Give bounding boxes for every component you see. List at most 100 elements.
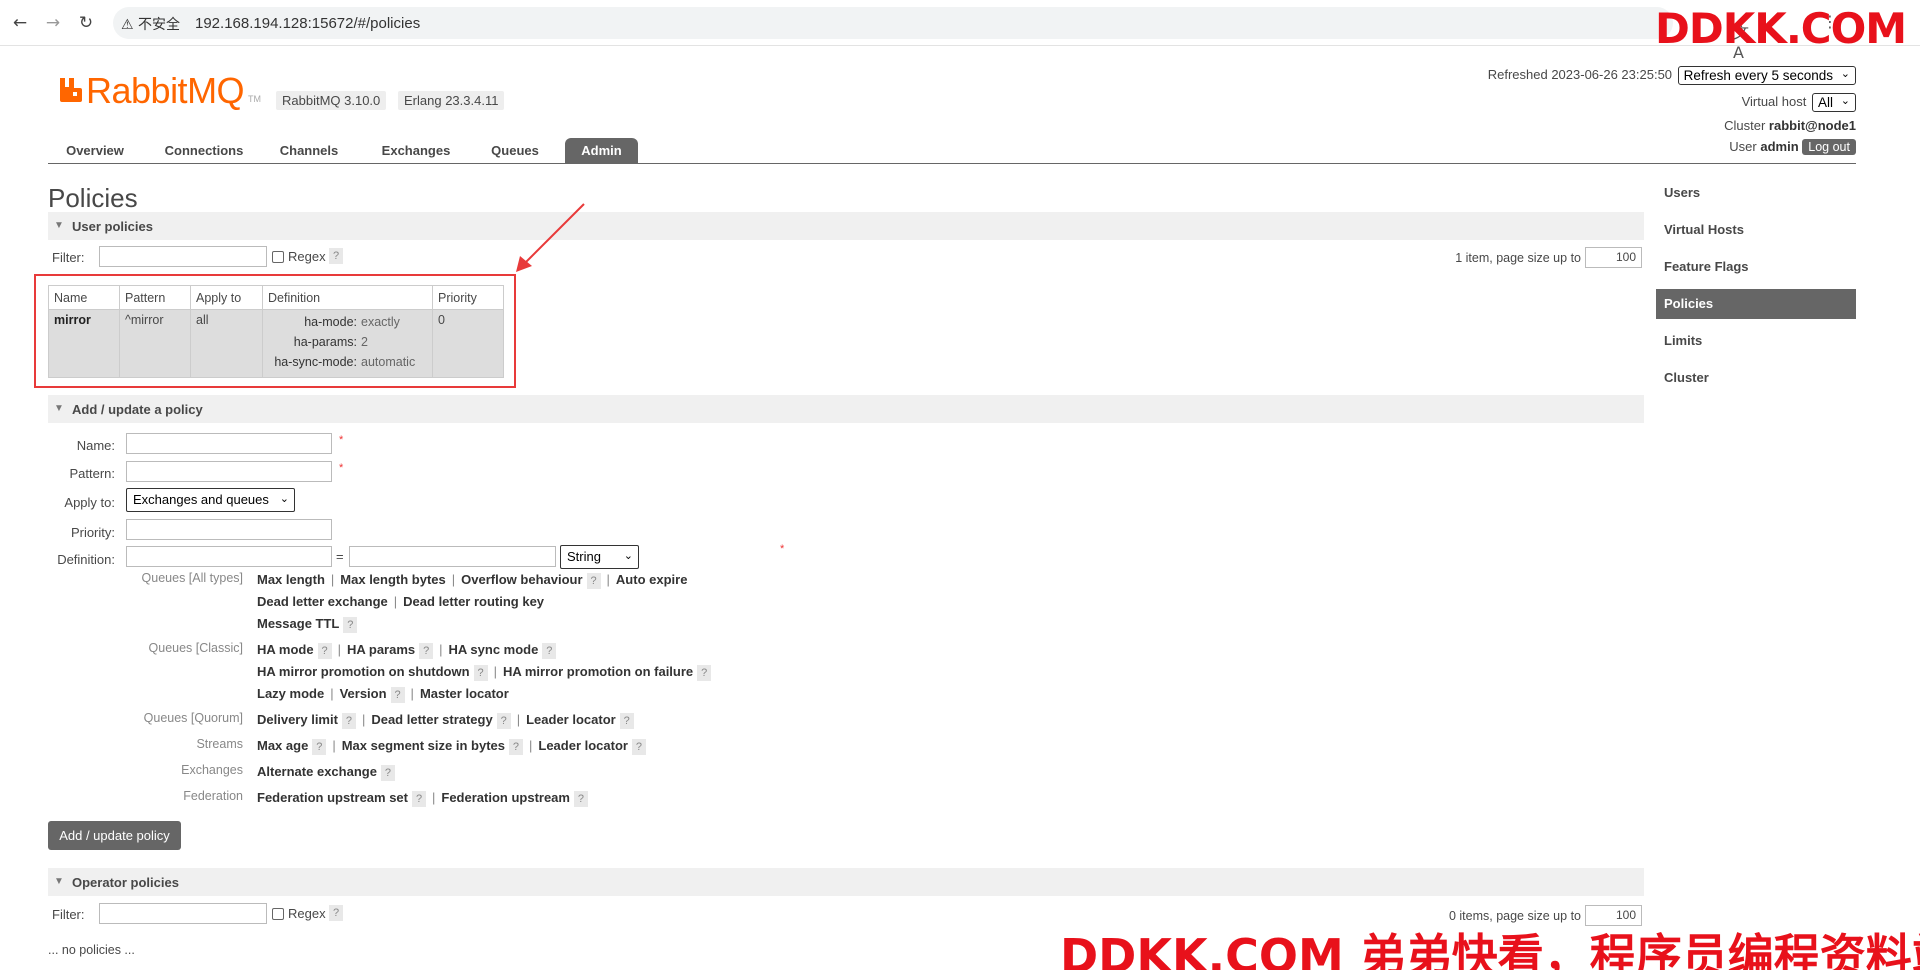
definition-entry: ha-sync-mode: automatic (267, 352, 428, 372)
arg-ha-promotion-shutdown[interactable]: HA mirror promotion on shutdown (257, 664, 470, 679)
tab-overview[interactable]: Overview (48, 138, 142, 164)
tab-admin[interactable]: Admin (565, 138, 638, 164)
arg-row: HA mode? | HA params? | HA sync mode? (257, 642, 557, 659)
arg-dead-letter-routing-key[interactable]: Dead letter routing key (403, 594, 544, 609)
help-icon[interactable]: ? (631, 738, 646, 755)
tab-queues[interactable]: Queues (477, 138, 553, 164)
definition-type-select[interactable]: String ⌄ (560, 545, 639, 569)
arg-federation-upstream-set[interactable]: Federation upstream set (257, 790, 408, 805)
address-bar[interactable]: ⚠ 不安全 192.168.194.128:15672/#/policies 文… (113, 7, 1749, 62)
apply-to-select[interactable]: Exchanges and queues ⌄ (126, 488, 295, 512)
arg-ha-sync-mode[interactable]: HA sync mode (449, 642, 539, 657)
help-icon[interactable]: ? (419, 642, 434, 659)
policy-pattern-input[interactable] (126, 461, 332, 482)
tab-channels[interactable]: Channels (268, 138, 350, 164)
help-icon[interactable]: ? (573, 790, 588, 807)
arg-leader-locator[interactable]: Leader locator (526, 712, 616, 727)
help-icon[interactable]: ? (697, 664, 712, 681)
regex-checkbox[interactable] (272, 251, 284, 263)
policy-priority-input[interactable] (126, 519, 332, 540)
arg-leader-locator[interactable]: Leader locator (538, 738, 628, 753)
vhost-select[interactable]: All ⌄ (1811, 93, 1856, 112)
help-icon[interactable]: ? (473, 664, 488, 681)
policy-name-link[interactable]: mirror (48, 309, 120, 378)
page-size-input[interactable]: 100 (1585, 247, 1642, 268)
forward-icon[interactable]: → (41, 11, 65, 35)
arg-federation-upstream[interactable]: Federation upstream (441, 790, 570, 805)
refresh-interval-select[interactable]: Refresh every 5 seconds ⌄ (1677, 66, 1856, 85)
reload-icon[interactable]: ↻ (74, 11, 98, 35)
definition-entry: ha-mode: exactly (267, 312, 428, 332)
sidebar-item-limits[interactable]: Limits (1656, 326, 1856, 356)
arg-lazy-mode[interactable]: Lazy mode (257, 686, 324, 701)
sidebar-item-feature-flags[interactable]: Feature Flags (1656, 252, 1856, 282)
column-header-name[interactable]: Name (48, 285, 120, 310)
user-policies-header[interactable]: ▼ User policies (48, 212, 1644, 240)
help-icon[interactable]: ? (619, 712, 634, 729)
chevron-down-icon: ⌄ (1840, 95, 1850, 107)
arg-dead-letter-strategy[interactable]: Dead letter strategy (371, 712, 492, 727)
arg-message-ttl[interactable]: Message TTL (257, 616, 339, 631)
column-header-apply-to[interactable]: Apply to (190, 285, 263, 310)
column-header-priority[interactable]: Priority (432, 285, 504, 310)
definition-value-input[interactable] (349, 546, 556, 567)
arg-max-length-bytes[interactable]: Max length bytes (340, 572, 445, 587)
collapse-triangle-icon: ▼ (54, 220, 64, 231)
help-icon[interactable]: ? (412, 790, 426, 807)
help-icon[interactable]: ? (586, 572, 601, 589)
arg-alternate-exchange[interactable]: Alternate exchange (257, 764, 377, 779)
help-icon[interactable]: ? (329, 248, 343, 264)
help-icon[interactable]: ? (317, 642, 332, 659)
operator-policies-filter-input[interactable] (99, 903, 267, 924)
arg-max-age[interactable]: Max age (257, 738, 308, 753)
sidebar-item-virtual-hosts[interactable]: Virtual Hosts (1656, 215, 1856, 245)
help-icon[interactable]: ? (380, 764, 395, 781)
help-icon[interactable]: ? (343, 616, 358, 633)
policy-name-input[interactable] (126, 433, 332, 454)
regex-checkbox[interactable] (272, 908, 284, 920)
arg-version[interactable]: Version (340, 686, 387, 701)
sidebar-item-policies[interactable]: Policies (1656, 289, 1856, 319)
help-icon[interactable]: ? (312, 738, 327, 755)
add-update-policy-button[interactable]: Add / update policy (48, 821, 181, 850)
table-row[interactable]: mirror ^mirror all ha-mode: exactly ha-pa… (48, 309, 504, 378)
operator-policies-header[interactable]: ▼ Operator policies (48, 868, 1644, 896)
back-icon[interactable]: ← (8, 11, 32, 35)
help-icon[interactable]: ? (496, 712, 511, 729)
arg-ha-params[interactable]: HA params (347, 642, 415, 657)
column-header-pattern[interactable]: Pattern (119, 285, 191, 310)
refresh-row: Refreshed 2023-06-26 23:25:50 Refresh ev… (1488, 66, 1856, 85)
required-marker: * (339, 462, 344, 474)
empty-state-text: ... no policies ... (48, 943, 135, 957)
arg-master-locator[interactable]: Master locator (420, 686, 509, 701)
separator: | (337, 642, 341, 657)
help-icon[interactable]: ? (329, 905, 343, 921)
arg-auto-expire[interactable]: Auto expire (616, 572, 688, 587)
definition-key-input[interactable] (126, 546, 332, 567)
arg-row: Max age? | Max segment size in bytes? | Lead… (257, 738, 646, 755)
arg-ha-mode[interactable]: HA mode (257, 642, 314, 657)
help-icon[interactable]: ? (508, 738, 523, 755)
column-header-definition[interactable]: Definition (262, 285, 433, 310)
help-icon[interactable]: ? (341, 712, 356, 729)
tab-connections[interactable]: Connections (155, 138, 253, 164)
arg-max-length[interactable]: Max length (257, 572, 325, 587)
arg-overflow-behaviour[interactable]: Overflow behaviour (461, 572, 582, 587)
arg-dead-letter-exchange[interactable]: Dead letter exchange (257, 594, 388, 609)
sidebar-item-cluster[interactable]: Cluster (1656, 363, 1856, 393)
url-text[interactable]: 192.168.194.128:15672/#/policies (195, 15, 420, 32)
help-icon[interactable]: ? (542, 642, 557, 659)
security-warning-chip[interactable]: ⚠ 不安全 (121, 14, 180, 34)
policy-priority: 0 (432, 309, 504, 378)
arg-delivery-limit[interactable]: Delivery limit (257, 712, 338, 727)
filter-label: Filter: (52, 250, 85, 265)
user-policies-filter-input[interactable] (99, 246, 267, 267)
user-policies-title: User policies (72, 219, 153, 234)
add-policy-header[interactable]: ▼ Add / update a policy (48, 395, 1644, 423)
arg-max-segment-size[interactable]: Max segment size in bytes (342, 738, 505, 753)
arg-ha-promotion-failure[interactable]: HA mirror promotion on failure (503, 664, 693, 679)
help-icon[interactable]: ? (390, 686, 405, 703)
page-size-input[interactable]: 100 (1585, 905, 1642, 926)
sidebar-item-users[interactable]: Users (1656, 178, 1856, 208)
tab-exchanges[interactable]: Exchanges (370, 138, 462, 164)
